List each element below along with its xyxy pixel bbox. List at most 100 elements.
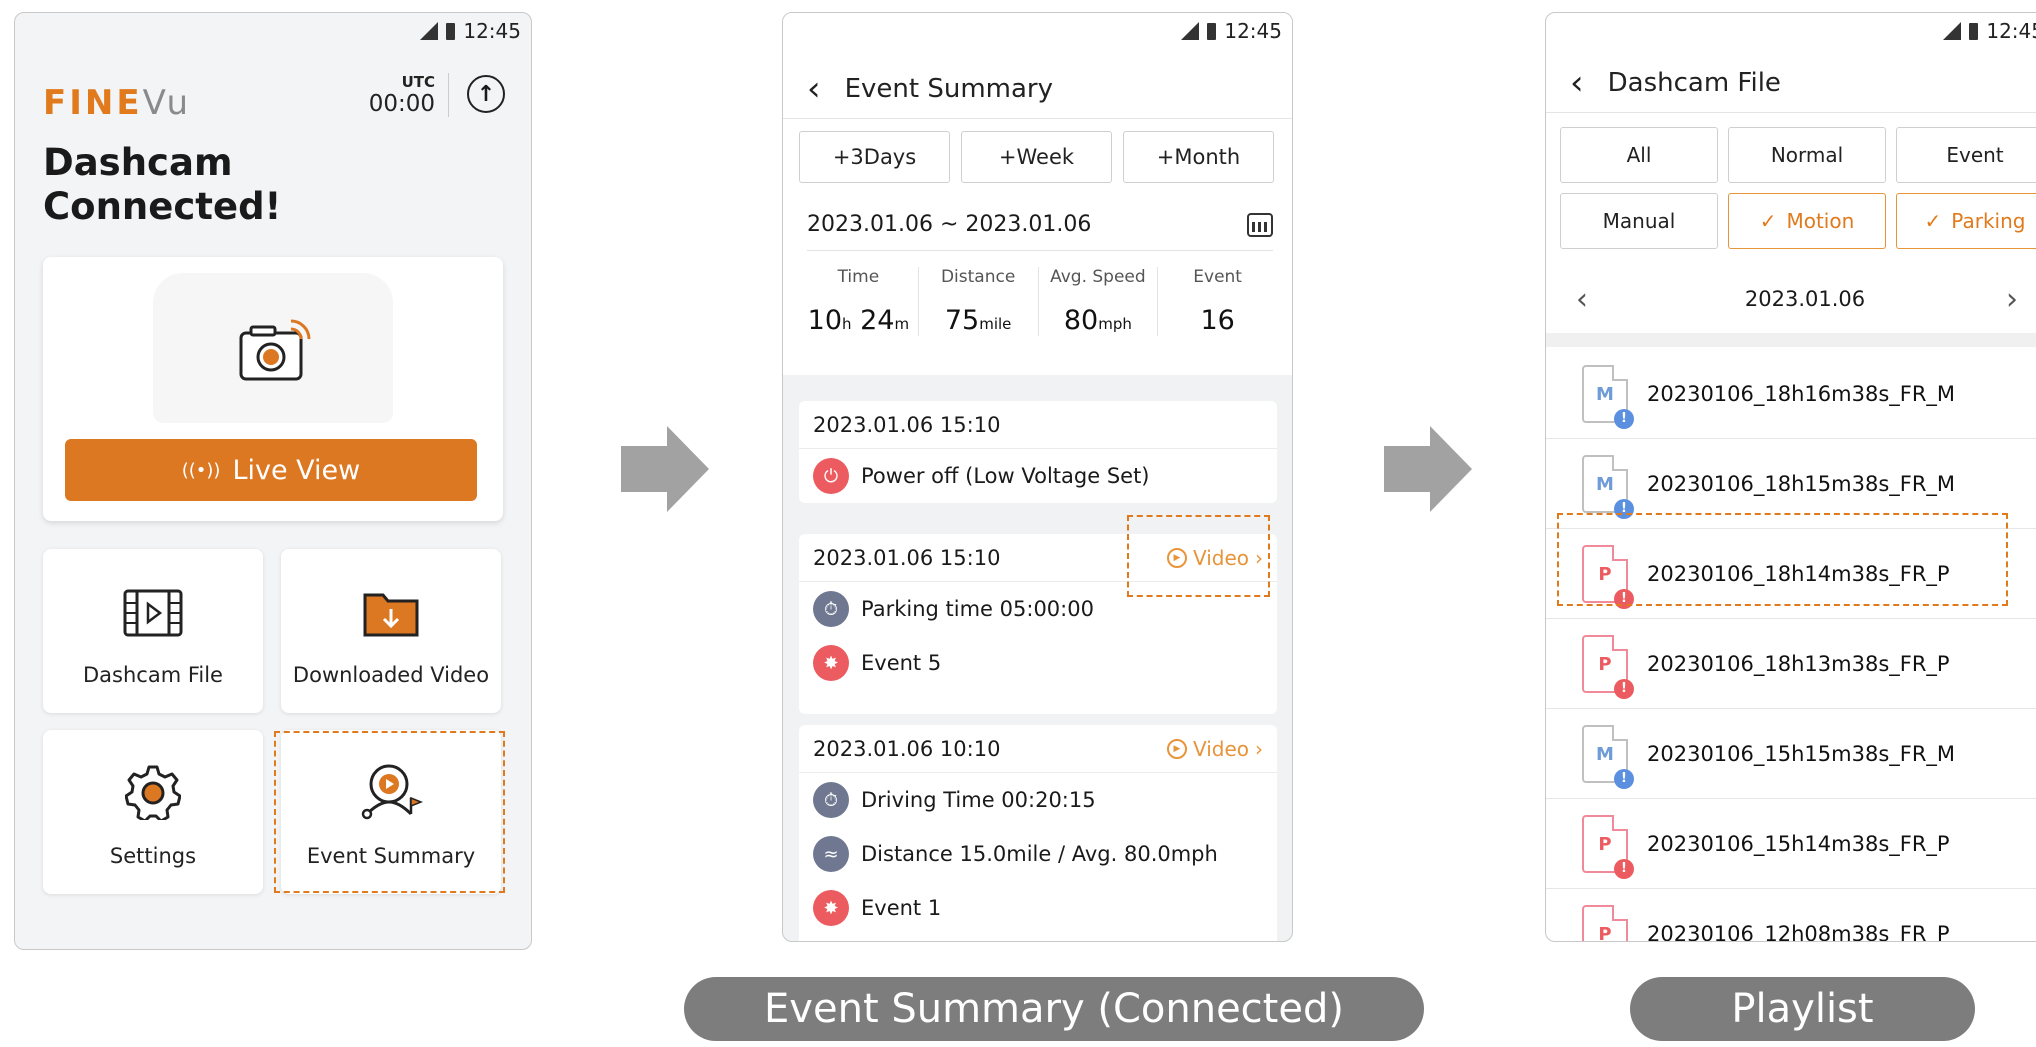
filter-label: Motion	[1786, 209, 1855, 233]
list-divider	[1546, 333, 2036, 347]
event-row: ✸ Event 5	[799, 636, 1277, 690]
stat-value: 75mile	[919, 305, 1038, 336]
filter-event-button[interactable]: Event	[1896, 127, 2036, 183]
range-week-button[interactable]: +Week	[961, 131, 1112, 183]
manual-file-icon: M!	[1582, 724, 1634, 789]
check-icon: ✓	[1759, 209, 1777, 233]
broadcast-icon: ((•))	[181, 459, 221, 481]
back-chevron-icon[interactable]: ‹	[807, 72, 821, 106]
live-view-button[interactable]: ((•)) Live View	[65, 439, 477, 501]
event-card: 2023.01.06 15:10 ⏻ Power off (Low Voltag…	[799, 401, 1277, 503]
signal-icon	[420, 22, 439, 40]
tile-downloaded-video[interactable]: Downloaded Video	[281, 549, 501, 713]
file-row[interactable]: M! 20230106_18h16m38s_FR_M	[1546, 349, 2036, 439]
stat-unit: mile	[979, 315, 1012, 333]
utc-label: UTC	[401, 73, 435, 91]
filter-motion-button[interactable]: ✓ Motion	[1728, 193, 1886, 249]
stat-events-value: 16	[1200, 305, 1235, 336]
manual-file-icon: M!	[1582, 454, 1634, 519]
highlight-video-link	[1127, 515, 1270, 597]
event-row: ✸ Event 1	[799, 881, 1277, 935]
battery-icon	[1207, 22, 1217, 40]
file-name: 20230106_18h15m38s_FR_M	[1647, 471, 1956, 496]
connection-headline: Dashcam Connected!	[43, 141, 343, 229]
alert-badge-icon: !	[1614, 768, 1634, 789]
summary-stats: Time 10h 24m Distance 75mile Avg. Speed …	[799, 267, 1277, 336]
filter-normal-button[interactable]: Normal	[1728, 127, 1886, 183]
range-3days-button[interactable]: +3Days	[799, 131, 950, 183]
event-row-text: Power off (Low Voltage Set)	[861, 464, 1150, 488]
headline-line2: Connected!	[43, 185, 282, 228]
file-name: 20230106_12h08m38s_FR_P	[1647, 921, 1950, 942]
next-date-chevron-icon[interactable]: ›	[2006, 282, 2018, 317]
file-row[interactable]: P! 20230106_15h14m38s_FR_P	[1546, 799, 2036, 889]
stopwatch-icon: ⏱	[813, 591, 849, 627]
status-bar: 12:45	[420, 13, 531, 49]
card-datetime: 2023.01.06 15:10	[813, 412, 1001, 437]
upload-arrow-icon[interactable]: ↑	[467, 75, 505, 113]
stat-unit: h	[842, 315, 852, 333]
dashcam-file-screen: 12:45 ‹ Dashcam File All Normal Event Ma…	[1545, 12, 2036, 942]
stat-header: Time	[837, 267, 880, 287]
headline-line1: Dashcam	[43, 141, 233, 184]
stat-hours: 10	[807, 305, 842, 336]
caption-event-summary: Event Summary (Connected)	[684, 977, 1424, 1041]
card-header: 2023.01.06 10:10 ▶ Video ›	[799, 725, 1277, 773]
alert-badge-icon: !	[1614, 408, 1634, 429]
tile-settings[interactable]: Settings	[43, 730, 263, 894]
filter-manual-button[interactable]: Manual	[1560, 193, 1718, 249]
event-row-text: Event 1	[861, 896, 942, 920]
stat-unit: m	[894, 315, 910, 333]
file-type-letter: P	[1598, 833, 1612, 855]
status-time: 12:45	[1224, 19, 1282, 43]
chevron-right-icon: ›	[1255, 736, 1263, 761]
tile-label: Settings	[109, 844, 197, 868]
filter-all-button[interactable]: All	[1560, 127, 1718, 183]
event-row: ⏱ Driving Time 00:20:15	[799, 773, 1277, 827]
film-strip-icon	[123, 589, 183, 637]
event-row: ≈ Distance 15.0mile / Avg. 80.0mph	[799, 827, 1277, 881]
file-name: 20230106_18h13m38s_FR_P	[1647, 651, 1950, 676]
stat-value: 10h 24m	[799, 305, 918, 336]
header-divider	[448, 73, 449, 117]
video-label: Video	[1192, 736, 1249, 761]
home-screen: 12:45 FINEVu UTC 00:00 ↑ Dashcam Connect…	[14, 12, 532, 950]
filter-label: Parking	[1951, 209, 2026, 233]
file-row[interactable]: M! 20230106_15h15m38s_FR_M	[1546, 709, 2036, 799]
video-link[interactable]: ▶ Video ›	[1166, 736, 1263, 761]
stat-events: Event 16	[1157, 267, 1277, 336]
file-name: 20230106_18h16m38s_FR_M	[1647, 381, 1956, 406]
event-row-text: Event 5	[861, 651, 942, 675]
tile-label: Dashcam File	[83, 663, 223, 687]
stat-header: Distance	[940, 267, 1016, 287]
file-row[interactable]: P! 20230106_18h13m38s_FR_P	[1546, 619, 2036, 709]
file-type-letter: M	[1596, 743, 1614, 765]
event-row-text: Distance 15.0mile / Avg. 80.0mph	[861, 842, 1218, 866]
status-bar: 12:45	[1181, 13, 1292, 49]
nav-bar: ‹ Dashcam File	[1546, 53, 2036, 113]
car-impact-icon: ✸	[813, 890, 849, 926]
file-name: 20230106_15h15m38s_FR_M	[1647, 741, 1956, 766]
back-chevron-icon[interactable]: ‹	[1570, 66, 1584, 100]
flow-arrow-icon	[621, 426, 709, 512]
nav-bar: ‹ Event Summary	[783, 59, 1292, 119]
battery-icon	[1969, 22, 1979, 40]
tile-dashcam-file[interactable]: Dashcam File	[43, 549, 263, 713]
page-title: Dashcam File	[1607, 67, 1781, 98]
finevu-logo: FINEVu	[43, 83, 191, 123]
play-icon: ▶	[1166, 738, 1187, 759]
stat-minutes: 24	[860, 305, 895, 336]
route-icon: ≈	[813, 836, 849, 872]
prev-date-chevron-icon[interactable]: ‹	[1576, 282, 1588, 317]
status-time: 12:45	[463, 19, 521, 43]
filter-parking-button[interactable]: ✓ Parking	[1896, 193, 2036, 249]
file-row[interactable]: P! 20230106_12h08m38s_FR_P	[1546, 889, 2036, 942]
car-impact-icon: ✸	[813, 645, 849, 681]
status-bar: 12:45	[1943, 13, 2036, 49]
status-time: 12:45	[1986, 19, 2036, 43]
range-month-button[interactable]: +Month	[1123, 131, 1274, 183]
stat-header: Event	[1193, 267, 1242, 287]
stopwatch-icon: ⏱	[813, 782, 849, 818]
calendar-icon[interactable]	[1247, 212, 1273, 237]
stat-time: Time 10h 24m	[799, 267, 918, 336]
